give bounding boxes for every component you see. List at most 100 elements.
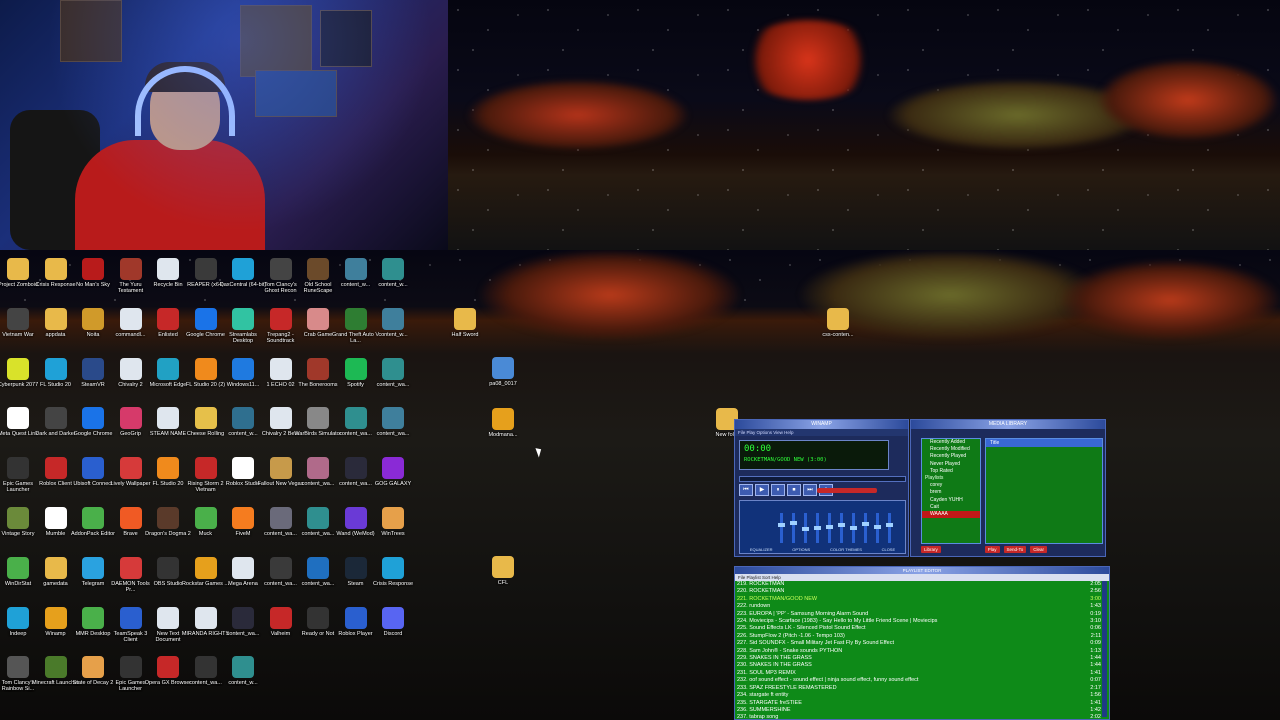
- eq-slider[interactable]: [862, 513, 869, 543]
- playlist-row[interactable]: 230. SNAKES IN THE GRASS 1:44: [737, 662, 1101, 669]
- eq-slider[interactable]: [826, 513, 833, 543]
- volume-slider[interactable]: [817, 488, 877, 493]
- winamp-title-bar[interactable]: WINAMP: [735, 420, 908, 429]
- playlist-row[interactable]: 233. SPAZ FREESTYLE REMASTERED 2:17: [737, 685, 1101, 692]
- eq-slider[interactable]: [814, 513, 821, 543]
- winamp-seek-bar[interactable]: [739, 476, 906, 482]
- library-button[interactable]: Library: [921, 546, 941, 553]
- winamp-main-window[interactable]: WINAMP File Play Options View Help 00:00…: [734, 419, 909, 557]
- clear-button[interactable]: Clear: [1030, 546, 1048, 553]
- playlist-menu-bar[interactable]: File Playlist Sort Help: [735, 574, 1109, 581]
- desktop-icon-label: content_w...: [378, 282, 408, 288]
- desktop-icon[interactable]: Crisis Response: [369, 554, 417, 602]
- playlist-scrollbar[interactable]: [1102, 581, 1107, 717]
- playlist-row[interactable]: 235. STARGATE freSTIEE 1:41: [737, 700, 1101, 707]
- eq-slider[interactable]: [850, 513, 857, 543]
- playlist-row[interactable]: 225. Sound Effects LK - Silenced Pistol …: [737, 625, 1101, 632]
- playlist-row[interactable]: 232. oof sound effect - sound effect | n…: [737, 677, 1101, 684]
- library-tree-item[interactable]: WAAAA: [922, 511, 980, 519]
- playlist-row[interactable]: 219. ROCKETMAN 2:05: [737, 581, 1101, 588]
- eq-slider-knob[interactable]: [826, 524, 833, 529]
- eq-slider-knob[interactable]: [838, 523, 845, 528]
- playlist-row[interactable]: 224. Moviecips - Scarface (1983) - Say H…: [737, 618, 1101, 625]
- playlist-row[interactable]: 221. ROCKETMAN/GOOD NEW 3:00: [737, 596, 1101, 603]
- media-library-view: Title: [985, 438, 1103, 544]
- eq-slider-knob[interactable]: [886, 523, 893, 528]
- desktop-icon[interactable]: content_w...: [369, 255, 417, 303]
- desktop-icon[interactable]: content_wa...: [369, 404, 417, 452]
- library-tree-item[interactable]: Playlists: [922, 475, 980, 482]
- desktop-icon[interactable]: content_w...: [219, 653, 267, 701]
- desktop-icon[interactable]: WinTrees: [369, 504, 417, 552]
- title-column-header[interactable]: Title: [986, 439, 1102, 447]
- library-tree-item[interactable]: Cayden YUHH: [922, 497, 980, 504]
- playlist-track-title: 222. rundown: [737, 603, 771, 610]
- library-tree-item[interactable]: Recently Added: [922, 439, 980, 446]
- playlist-row[interactable]: 237. tabrap song 2:02: [737, 714, 1101, 720]
- eq-slider[interactable]: [802, 513, 809, 543]
- meta-icon: [7, 407, 29, 430]
- playlist-row[interactable]: 229. SNAKES IN THE GRASS 1:44: [737, 655, 1101, 662]
- desktop-icon[interactable]: Discord: [369, 604, 417, 652]
- send-to-button[interactable]: Send-To: [1003, 546, 1027, 553]
- playlist-row[interactable]: 220. ROCKETMAN 2:56: [737, 588, 1101, 595]
- desktop-icon[interactable]: content_w...: [369, 305, 417, 353]
- eq-slider-knob[interactable]: [814, 526, 821, 530]
- desktop-icon-label: Discord: [383, 630, 403, 637]
- eq-label[interactable]: EQUALIZER: [750, 547, 773, 552]
- playlist-row[interactable]: 223. EUROPA | 'PP' - Samsung Morning Ala…: [737, 611, 1101, 618]
- desktop-icon[interactable]: Modmana...: [479, 405, 527, 453]
- eq-slider-knob[interactable]: [778, 523, 785, 528]
- eq-slider[interactable]: [778, 513, 785, 543]
- eq-label[interactable]: COLOR THEMES: [830, 547, 862, 552]
- stop-button[interactable]: ⏹: [787, 484, 801, 496]
- playlist-row[interactable]: 226. StumpFlow 2 (Pitch -1.06 - Tempo 10…: [737, 633, 1101, 640]
- playlist-editor-window[interactable]: PLAYLIST EDITOR File Playlist Sort Help …: [734, 566, 1110, 720]
- library-tree-item[interactable]: Cait: [922, 504, 980, 511]
- eq-slider[interactable]: [790, 513, 797, 543]
- library-tree-item[interactable]: Recently Modified: [922, 446, 980, 453]
- eq-slider[interactable]: [886, 513, 893, 543]
- winamp-menu-bar[interactable]: File Play Options View Help: [735, 429, 908, 436]
- eq-slider[interactable]: [874, 513, 881, 543]
- playlist-row[interactable]: 227. Sid SOUNDFX - Small Military Jet Fa…: [737, 640, 1101, 647]
- next-button[interactable]: ⏭: [803, 484, 817, 496]
- playlist-row[interactable]: 228. Sam John® - Snake sounds PYTHON 1:13: [737, 648, 1101, 655]
- eq-slider[interactable]: [838, 513, 845, 543]
- eq-label[interactable]: CLOSE: [882, 547, 896, 552]
- desktop-icon[interactable]: css-conten...: [814, 305, 862, 353]
- desktop-icon[interactable]: content_wa...: [369, 355, 417, 403]
- desktop-icon[interactable]: pa08_0017: [479, 354, 527, 402]
- library-tree-item[interactable]: Never Played: [922, 461, 980, 468]
- eq-slider-knob[interactable]: [874, 524, 881, 529]
- play-button[interactable]: Play: [984, 546, 1000, 553]
- library-tree-item[interactable]: corey: [922, 482, 980, 489]
- previous-button[interactable]: ⏮: [739, 484, 753, 496]
- playlist-title-bar[interactable]: PLAYLIST EDITOR: [735, 567, 1109, 574]
- playlist-row[interactable]: 222. rundown 1:43: [737, 603, 1101, 610]
- media-library-title-bar[interactable]: MEDIA LIBRARY: [911, 420, 1105, 429]
- app-icon: [7, 606, 29, 629]
- eq-slider-knob[interactable]: [802, 527, 809, 532]
- playlist-row[interactable]: 236. SUMMERSHINE 1:42: [737, 707, 1101, 714]
- desktop-icon[interactable]: CFL: [479, 553, 527, 601]
- playlist-row[interactable]: 231. SOUL MP3 REMIX 1:41: [737, 670, 1101, 677]
- winamp-song-title: ROCKETMAN/GOOD NEW (3:00): [744, 457, 827, 463]
- pause-button[interactable]: ⏸: [771, 484, 785, 496]
- desktop-icon[interactable]: GOG GALAXY: [369, 454, 417, 502]
- folder-icon: [44, 258, 67, 280]
- eq-label[interactable]: OPTIONS: [792, 547, 810, 552]
- desktop-icon[interactable]: Half Sword: [441, 305, 489, 353]
- eq-slider-knob[interactable]: [790, 520, 797, 525]
- reaper-icon: [194, 258, 217, 280]
- play-button[interactable]: ▶: [755, 484, 769, 496]
- library-tree-item[interactable]: brem: [922, 489, 980, 496]
- eq-slider-knob[interactable]: [862, 522, 869, 527]
- playlist-row[interactable]: 234. stargate ft entity 1:56: [737, 692, 1101, 699]
- eq-slider-knob[interactable]: [850, 526, 857, 530]
- media-library-window[interactable]: MEDIA LIBRARY Recently Added Recently Mod…: [910, 419, 1106, 557]
- library-tree-item[interactable]: Top Rated: [922, 468, 980, 475]
- app-icon: [82, 606, 104, 629]
- winamp-display: 00:00 ROCKETMAN/GOOD NEW (3:00): [739, 440, 889, 470]
- library-tree-item[interactable]: Recently Played: [922, 453, 980, 460]
